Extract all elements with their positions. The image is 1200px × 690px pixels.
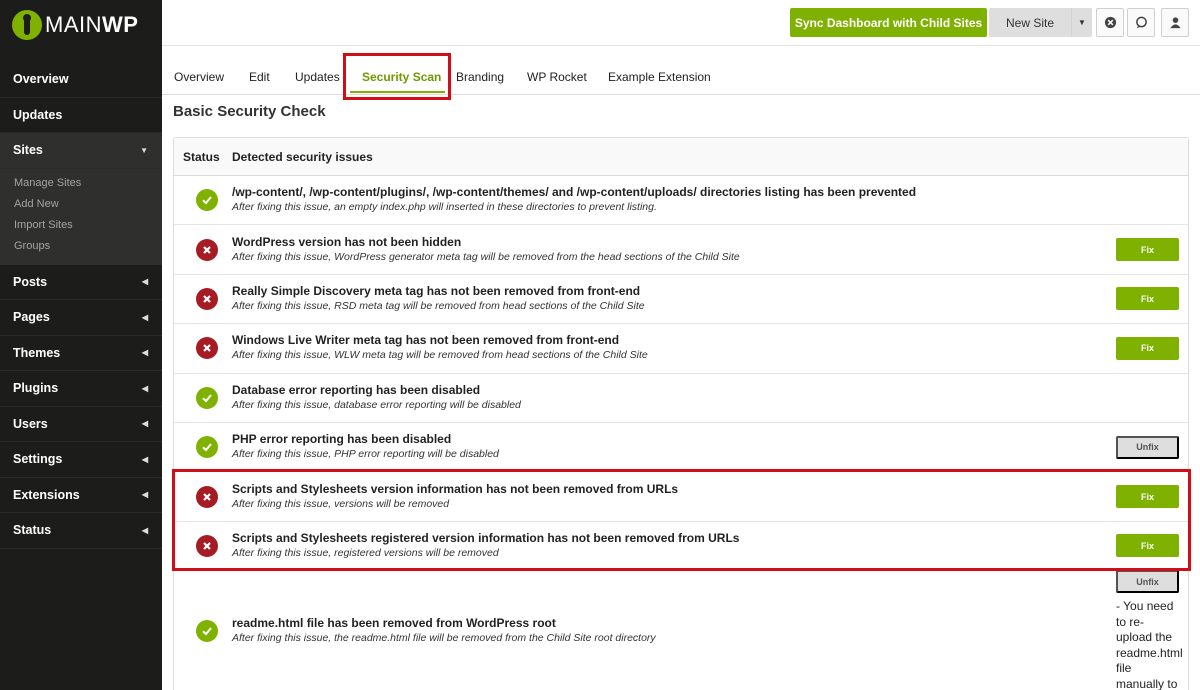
unfix-note: - You need to re-upload the readme.html … [1116, 599, 1183, 690]
sidebar-item-updates[interactable]: Updates [0, 98, 162, 133]
issue-title: Really Simple Discovery meta tag has not… [232, 283, 641, 298]
check-icon [195, 436, 218, 459]
issue-description: After fixing this issue, WordPress gener… [232, 250, 740, 263]
status-column-header: Status [183, 149, 220, 164]
tab-example-extension[interactable]: Example Extension [608, 70, 711, 84]
issue-description: After fixing this issue, an empty index.… [232, 201, 657, 214]
issue-title: Windows Live Writer meta tag has not bee… [232, 333, 620, 348]
caret-left-icon: ◀ [141, 312, 148, 322]
issue-title: Database error reporting has been disabl… [232, 382, 481, 397]
tab-wp-rocket[interactable]: WP Rocket [527, 70, 587, 84]
logo-wp-text: WP [102, 12, 139, 37]
sites-subnav: Manage Sites Add New Import Sites Groups [0, 168, 162, 265]
sync-dashboard-button[interactable]: Sync Dashboard with Child Sites [790, 8, 987, 37]
subnav-manage-sites[interactable]: Manage Sites [14, 173, 162, 194]
table-row: Database error reporting has been disabl… [174, 374, 1188, 423]
unfix-button[interactable]: Unfix [1116, 435, 1179, 459]
caret-left-icon: ◀ [141, 348, 148, 358]
sidebar-item-sites[interactable]: Sites ▼ [0, 133, 162, 169]
sidebar-item-plugins[interactable]: Plugins ◀ [0, 371, 162, 407]
subnav-import-sites[interactable]: Import Sites [14, 215, 162, 236]
check-icon [195, 189, 218, 212]
sidebar-item-overview[interactable]: Overview [0, 62, 162, 98]
issue-description: After fixing this issue, PHP error repor… [232, 448, 499, 461]
unfix-button[interactable]: Unfix [1116, 570, 1179, 594]
tab-edit[interactable]: Edit [249, 70, 270, 84]
new-site-label: New Site [1006, 15, 1055, 30]
sidebar: MAINWP Overview Updates Sites ▼ Manage Si… [0, 0, 162, 690]
issue-description: After fixing this issue, RSD meta tag wi… [232, 299, 645, 312]
rows-highlight-box [172, 469, 1191, 571]
caret-down-icon: ▼ [140, 145, 148, 155]
caret-left-icon: ◀ [141, 419, 148, 429]
fix-button[interactable]: Fix [1116, 287, 1179, 311]
table-header: Status Detected security issues [174, 138, 1188, 176]
check-icon [195, 386, 218, 409]
logo-main-text: MAIN [45, 12, 102, 37]
fix-button[interactable]: Fix [1116, 336, 1179, 360]
issue-title: readme.html file has been removed from W… [232, 616, 556, 631]
error-x-icon [195, 337, 218, 360]
issue-title: PHP error reporting has been disabled [232, 432, 452, 447]
caret-left-icon: ◀ [141, 383, 148, 393]
tab-branding[interactable]: Branding [456, 70, 504, 84]
issue-title: /wp-content/, /wp-content/plugins/, /wp-… [232, 185, 917, 200]
table-row: /wp-content/, /wp-content/plugins/, /wp-… [174, 176, 1188, 226]
new-site-button[interactable]: New Site ▼ [989, 8, 1092, 37]
user-icon[interactable] [1161, 8, 1189, 37]
issue-description: After fixing this issue, WLW meta tag wi… [232, 349, 648, 362]
issue-title: WordPress version has not been hidden [232, 234, 462, 249]
security-table: Status Detected security issues /wp-cont… [173, 137, 1189, 690]
table-row: Really Simple Discovery meta tag has not… [174, 275, 1188, 325]
issues-column-header: Detected security issues [232, 149, 373, 164]
sidebar-item-users[interactable]: Users ◀ [0, 407, 162, 442]
subnav-add-new[interactable]: Add New [14, 194, 162, 215]
chat-icon[interactable] [1127, 8, 1155, 37]
caret-left-icon: ◀ [141, 454, 148, 464]
tab-updates[interactable]: Updates [295, 70, 340, 84]
error-x-icon [195, 238, 218, 261]
tab-overview[interactable]: Overview [174, 70, 224, 84]
caret-left-icon: ◀ [141, 490, 148, 500]
issue-description: After fixing this issue, database error … [232, 398, 521, 411]
table-row: PHP error reporting has been disabled Aft… [174, 423, 1188, 473]
fix-button[interactable]: Fix [1116, 238, 1179, 262]
site-tabs: Overview Edit Updates Security Scan Bran… [162, 53, 1200, 100]
sidebar-item-settings[interactable]: Settings ◀ [0, 442, 162, 478]
table-row: WordPress version has not been hidden Aft… [174, 225, 1188, 275]
table-row: Windows Live Writer meta tag has not bee… [174, 324, 1188, 374]
table-row: readme.html file has been removed from W… [174, 570, 1188, 690]
error-x-icon [195, 287, 218, 310]
tab-highlight-box [343, 53, 451, 100]
sidebar-item-posts[interactable]: Posts ◀ [0, 265, 162, 300]
sidebar-item-extensions[interactable]: Extensions ◀ [0, 478, 162, 513]
sidebar-item-status[interactable]: Status ◀ [0, 513, 162, 549]
caret-left-icon: ◀ [141, 277, 148, 287]
subnav-groups[interactable]: Groups [14, 236, 162, 257]
close-icon[interactable] [1096, 8, 1124, 37]
mainwp-logo-icon [12, 10, 42, 40]
sidebar-item-pages[interactable]: Pages ◀ [0, 300, 162, 336]
check-icon [195, 620, 218, 643]
sidebar-item-themes[interactable]: Themes ◀ [0, 336, 162, 371]
sidebar-nav: Overview Updates Sites ▼ Manage Sites Add… [0, 62, 162, 549]
top-header: Sync Dashboard with Child Sites New Site… [162, 0, 1200, 46]
issue-description: After fixing this issue, the readme.html… [232, 632, 656, 645]
page-title: Basic Security Check [173, 103, 326, 120]
mainwp-logo[interactable]: MAINWP [0, 0, 162, 50]
chevron-down-icon[interactable]: ▼ [1071, 8, 1092, 37]
caret-left-icon: ◀ [141, 525, 148, 535]
